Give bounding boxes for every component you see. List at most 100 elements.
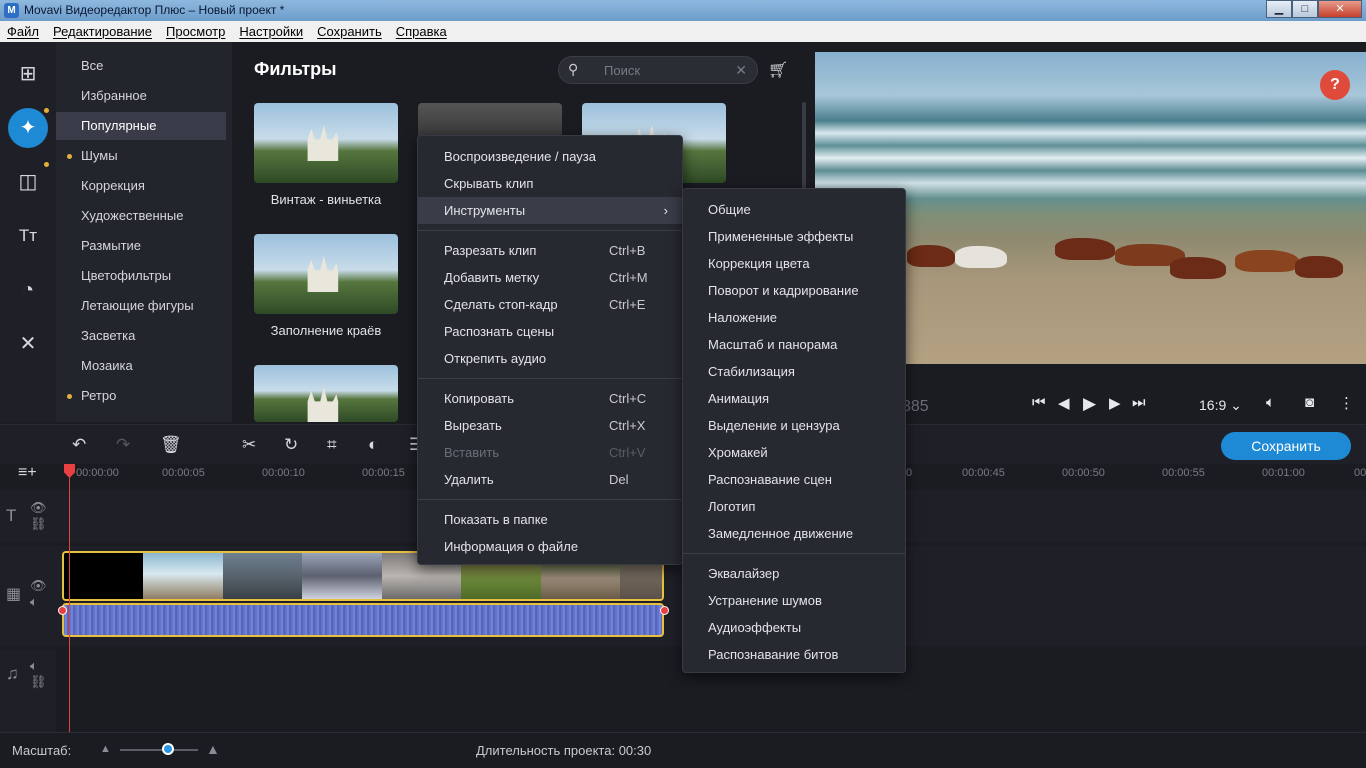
maximize-icon[interactable]: □ [1292,0,1318,18]
menu-item-detach-audio[interactable]: Открепить аудио [418,345,682,372]
skip-end-icon[interactable]: ⏭︎ [1132,394,1146,411]
submenu-item[interactable]: Аудиоэффекты [683,614,905,641]
filter-thumbnail[interactable] [254,234,398,314]
zoom-in-icon[interactable]: ▲ [206,741,220,757]
visibility-icon[interactable]: 👁︎ [30,500,47,516]
clip-end-handle[interactable] [660,606,669,615]
magic-wand-icon[interactable]: ✦ [8,108,48,148]
menu-save[interactable]: Сохранить [310,21,389,42]
category-item-selected[interactable]: Популярные [56,112,226,140]
submenu-item[interactable]: Эквалайзер [683,560,905,587]
horse-shape [955,246,1007,268]
submenu-item[interactable]: Анимация [683,385,905,412]
menu-item-cut[interactable]: Вырезать Ctrl+X [418,412,682,439]
category-item[interactable]: Избранное [56,82,226,110]
category-item[interactable]: Размытие [56,232,226,260]
prev-frame-icon[interactable]: ◀︎ [1058,394,1070,412]
play-icon[interactable]: ▶︎ [1083,394,1096,414]
next-frame-icon[interactable]: ▶︎ [1109,394,1121,412]
visibility-icon[interactable]: 👁︎ [30,578,47,594]
crop-icon[interactable]: ⌗ [327,435,337,455]
volume-icon[interactable]: 🔈︎ [1266,394,1275,411]
more-icon[interactable]: ⋮ [1339,394,1354,412]
submenu-item[interactable]: Логотип [683,493,905,520]
submenu-item[interactable]: Распознавание битов [683,641,905,668]
tools-icon[interactable]: ✕ [8,324,48,364]
snapshot-icon[interactable]: ◙ [1305,394,1314,411]
menu-item-hide-clip[interactable]: Скрывать клип [418,170,682,197]
close-icon[interactable]: ✕ [1318,0,1362,18]
submenu-item[interactable]: Коррекция цвета [683,250,905,277]
volume-icon[interactable]: 🔈︎ [30,658,38,674]
add-track-icon[interactable]: ≡+ [18,464,37,482]
menu-item-freeze-frame[interactable]: Сделать стоп-кадр Ctrl+E [418,291,682,318]
category-item[interactable]: Художественные [56,202,226,230]
submenu-item[interactable]: Замедленное движение [683,520,905,547]
audio-waveform[interactable] [62,603,664,637]
playhead-line[interactable] [69,464,70,732]
category-item[interactable]: Шумы [56,142,226,170]
submenu-item[interactable]: Распознавание сцен [683,466,905,493]
submenu-item[interactable]: Примененные эффекты [683,223,905,250]
undo-icon[interactable]: ↶ [72,435,86,455]
category-item[interactable]: Засветка [56,322,226,350]
menu-settings[interactable]: Настройки [232,21,310,42]
menu-edit[interactable]: Редактирование [46,21,159,42]
submenu-item[interactable]: Масштаб и панорама [683,331,905,358]
menu-item-add-marker[interactable]: Добавить метку Ctrl+M [418,264,682,291]
help-icon[interactable]: ? [1320,70,1350,100]
search-input[interactable]: ⚲ Поиск ✕ [558,56,758,84]
clear-icon[interactable]: ✕ [735,62,747,79]
unlink-icon[interactable]: ⛓︎ [30,674,47,690]
submenu-item[interactable]: Хромакей [683,439,905,466]
titles-icon[interactable]: Tт [8,216,48,256]
zoom-slider[interactable] [120,749,198,751]
submenu-item[interactable]: Наложение [683,304,905,331]
menu-item-play-pause[interactable]: Воспроизведение / пауза [418,143,682,170]
clip-start-handle[interactable] [58,606,67,615]
aspect-ratio-select[interactable]: 16:9 ⌄ [1199,397,1242,414]
cut-icon[interactable]: ✂ [242,435,256,455]
transitions-icon[interactable]: ◫ [8,162,48,202]
category-item[interactable]: Цветофильтры [56,262,226,290]
submenu-item[interactable]: Общие [683,196,905,223]
horse-shape [907,245,955,267]
minimize-icon[interactable]: ▁ [1266,0,1292,18]
submenu-item[interactable]: Выделение и цензура [683,412,905,439]
menu-item-show-in-folder[interactable]: Показать в папке [418,506,682,533]
filter-thumbnail[interactable] [254,365,398,422]
color-adjust-icon[interactable]: ◐ [368,435,378,455]
zoom-slider-knob[interactable] [162,743,174,755]
cart-icon[interactable]: 🛒︎ [768,60,788,80]
redo-icon[interactable]: ↷ [116,435,130,455]
stickers-icon[interactable]: ◔ [8,270,48,310]
delete-icon[interactable]: 🗑︎ [160,435,182,455]
menu-help[interactable]: Справка [389,21,454,42]
menu-item-detect-scenes[interactable]: Распознать сцены [418,318,682,345]
category-item[interactable]: Мозаика [56,352,226,380]
submenu-item[interactable]: Стабилизация [683,358,905,385]
menu-item-file-info[interactable]: Информация о файле [418,533,682,560]
menu-view[interactable]: Просмотр [159,21,232,42]
menu-item-delete[interactable]: Удалить Del [418,466,682,493]
category-item[interactable]: Коррекция [56,172,226,200]
menu-item-paste[interactable]: Вставить Ctrl+V [418,439,682,466]
menu-item-tools[interactable]: Инструменты › [418,197,682,224]
category-item[interactable]: Ретро [56,382,226,410]
menu-item-split-clip[interactable]: Разрезать клип Ctrl+B [418,237,682,264]
zoom-out-icon[interactable]: ▲ [100,743,111,755]
link-icon[interactable]: ⛓︎ [30,516,47,532]
import-icon[interactable]: ⊞ [8,54,48,94]
save-button[interactable]: Сохранить [1221,432,1351,460]
category-item[interactable]: Летающие фигуры [56,292,226,320]
volume-icon[interactable]: 🔈︎ [30,594,38,610]
submenu-item[interactable]: Устранение шумов [683,587,905,614]
category-item[interactable]: Все [56,52,226,80]
menu-file[interactable]: Файл [0,21,46,42]
menu-item-label: Открепить аудио [444,351,547,366]
rotate-icon[interactable]: ↻ [284,435,298,455]
menu-item-copy[interactable]: Копировать Ctrl+C [418,385,682,412]
filter-thumbnail[interactable] [254,103,398,183]
submenu-item[interactable]: Поворот и кадрирование [683,277,905,304]
skip-start-icon[interactable]: ⏮︎ [1032,394,1046,411]
